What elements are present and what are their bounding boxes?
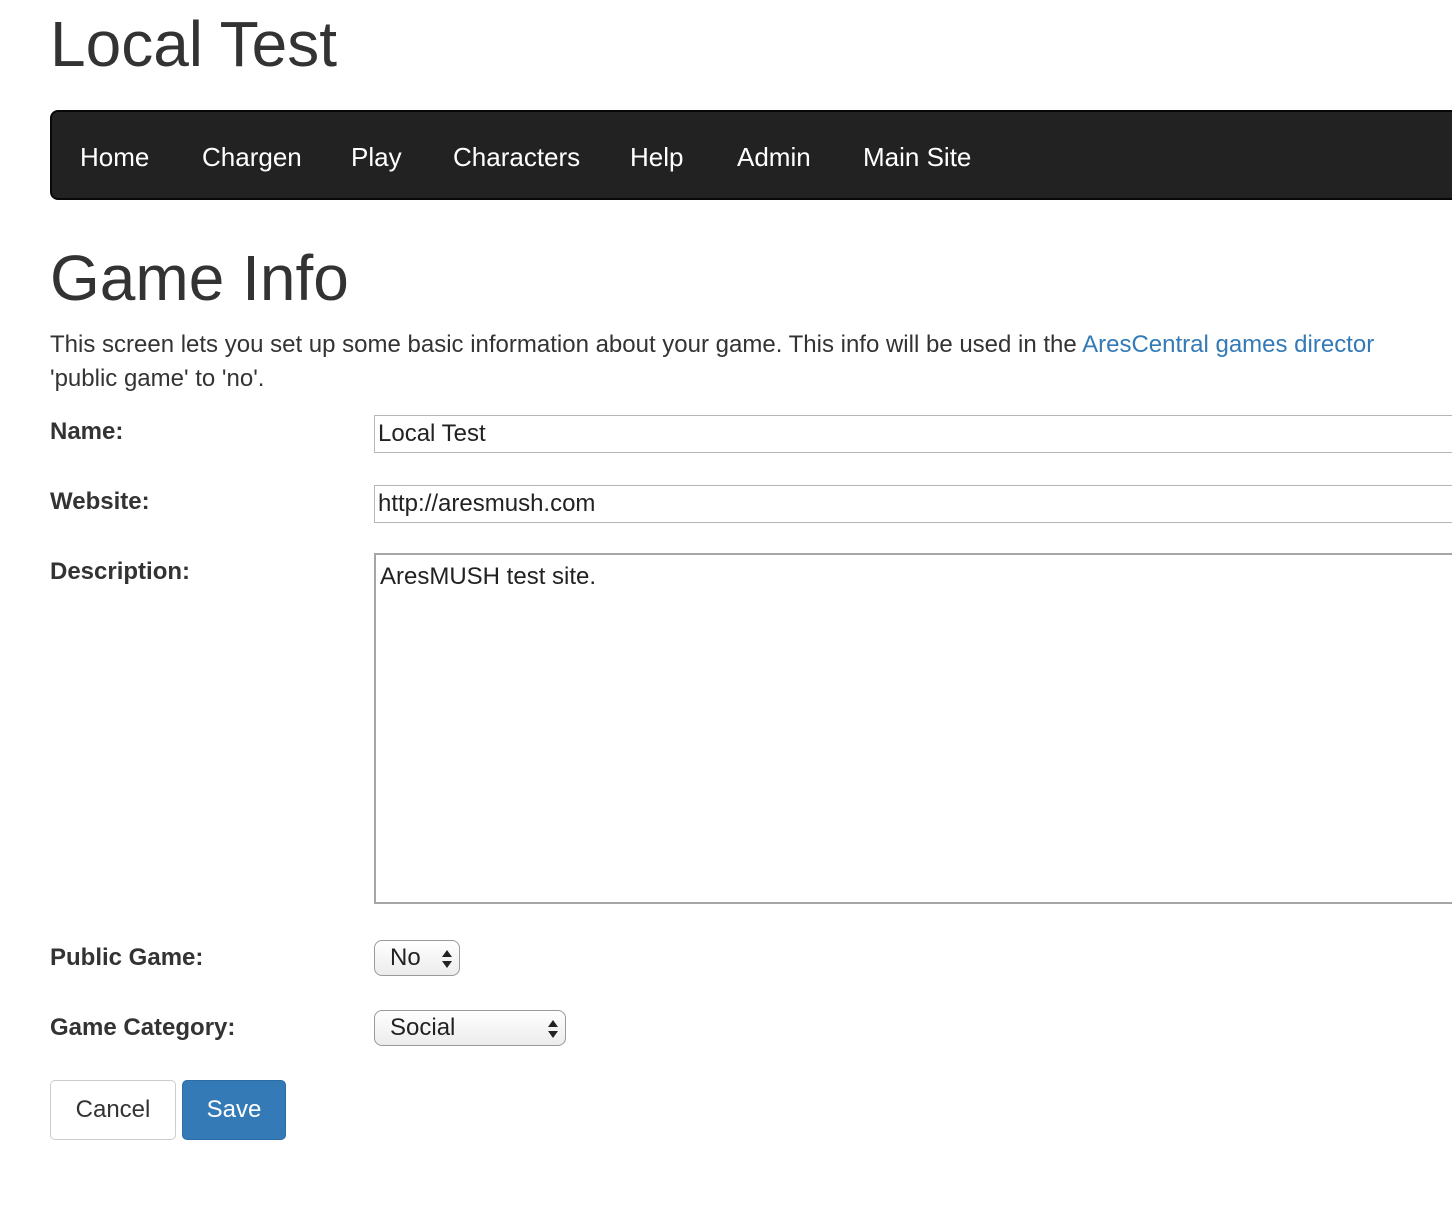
- intro-text-start: This screen lets you set up some basic i…: [50, 331, 1083, 358]
- game-category-label: Game Category:: [50, 1014, 236, 1041]
- select-arrows-icon: [441, 949, 453, 969]
- nav-item-chargen[interactable]: Chargen: [202, 112, 302, 202]
- nav-item-characters[interactable]: Characters: [453, 112, 580, 202]
- game-category-select[interactable]: Social: [374, 1010, 566, 1046]
- public-game-value: No: [390, 944, 421, 971]
- website-input[interactable]: [374, 485, 1452, 523]
- save-button[interactable]: Save: [182, 1080, 286, 1140]
- nav-item-help[interactable]: Help: [630, 112, 683, 202]
- description-label: Description:: [50, 558, 191, 585]
- public-game-label: Public Game:: [50, 944, 204, 971]
- game-category-value: Social: [390, 1014, 456, 1041]
- name-label: Name:: [50, 418, 124, 445]
- nav-item-home[interactable]: Home: [80, 112, 149, 202]
- cancel-button[interactable]: Cancel: [50, 1080, 176, 1140]
- nav-item-play[interactable]: Play: [351, 112, 402, 202]
- nav-item-main-site[interactable]: Main Site: [863, 112, 971, 202]
- intro-text: This screen lets you set up some basic i…: [50, 328, 1452, 396]
- navbar: Home Chargen Play Characters Help Admin …: [50, 110, 1452, 200]
- page-title: Game Info: [50, 242, 349, 314]
- description-textarea[interactable]: AresMUSH test site.: [374, 553, 1452, 904]
- site-title: Local Test: [50, 8, 337, 80]
- arescentral-directory-link[interactable]: AresCentral games director: [1082, 331, 1374, 358]
- public-game-select[interactable]: No: [374, 940, 460, 976]
- select-arrows-icon: [547, 1019, 559, 1039]
- intro-line-1: This screen lets you set up some basic i…: [50, 328, 1452, 362]
- intro-line-2: 'public game' to 'no'.: [50, 365, 265, 392]
- website-label: Website:: [50, 488, 150, 515]
- nav-item-admin[interactable]: Admin: [737, 112, 811, 202]
- name-input[interactable]: [374, 415, 1452, 453]
